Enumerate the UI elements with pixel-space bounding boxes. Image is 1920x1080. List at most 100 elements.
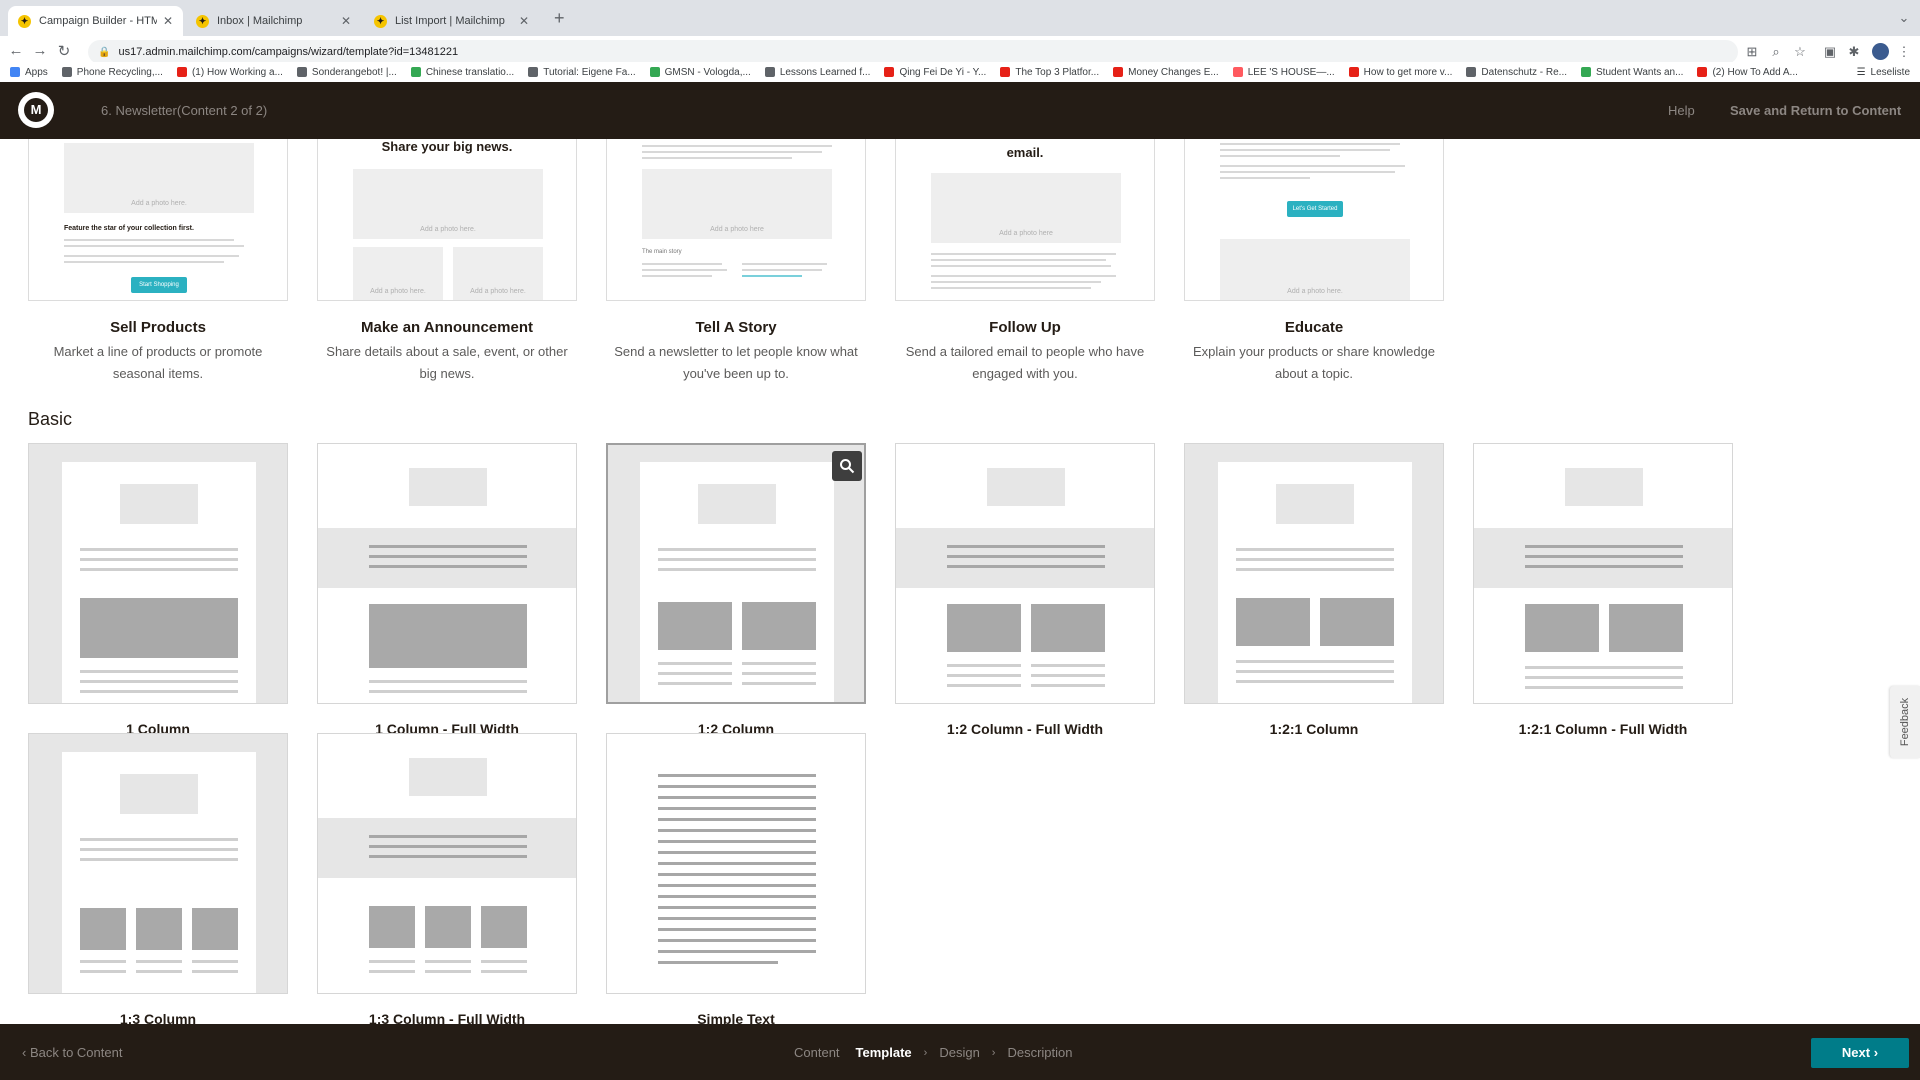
bookmark-item[interactable]: Qing Fei De Yi - Y... bbox=[884, 67, 986, 78]
address-bar[interactable]: 🔒 us17.admin.mailchimp.com/campaigns/wiz… bbox=[88, 40, 1738, 64]
zoom-icon[interactable]: ⌕ bbox=[1768, 44, 1784, 60]
back-to-content-link[interactable]: ‹ Back to Content bbox=[22, 1045, 122, 1060]
bookmark-item[interactable]: Datenschutz - Re... bbox=[1466, 67, 1567, 78]
bookmark-item[interactable]: GMSN - Vologda,... bbox=[649, 67, 751, 78]
close-icon[interactable]: ✕ bbox=[519, 14, 529, 28]
text-line bbox=[425, 970, 471, 973]
feedback-label: Feedback bbox=[1899, 697, 1911, 747]
text-line bbox=[80, 670, 238, 673]
template-1-column[interactable]: 1 Column bbox=[28, 443, 288, 737]
text-line bbox=[1220, 177, 1310, 179]
bookmark-item[interactable]: The Top 3 Platfor... bbox=[1000, 67, 1099, 78]
text-line bbox=[136, 970, 182, 973]
text-line bbox=[931, 281, 1101, 283]
browser-tab-campaign-builder[interactable]: ✦ Campaign Builder - HTML | M ✕ bbox=[8, 6, 183, 36]
template-name: Simple Text bbox=[697, 1011, 775, 1024]
template-thumbnail[interactable] bbox=[317, 443, 577, 704]
chevron-left-icon: ‹ bbox=[22, 1045, 30, 1060]
menu-dots-icon[interactable]: ⋮ bbox=[1896, 44, 1912, 60]
template-thumbnail[interactable] bbox=[28, 733, 288, 994]
step-design[interactable]: Design bbox=[939, 1045, 979, 1060]
template-preview[interactable]: Let's Get Started Add a photo here. bbox=[1184, 139, 1444, 301]
template-thumbnail[interactable] bbox=[606, 443, 866, 704]
template-thumbnail[interactable] bbox=[1184, 443, 1444, 704]
close-icon[interactable]: ✕ bbox=[163, 14, 173, 28]
step-template[interactable]: Template bbox=[856, 1045, 912, 1060]
featured-template-tell-a-story[interactable]: Add a photo here The main story Tell A S… bbox=[606, 139, 866, 385]
text-line bbox=[658, 906, 816, 909]
template-thumbnail[interactable] bbox=[317, 733, 577, 994]
profile-avatar[interactable] bbox=[1872, 43, 1889, 60]
template-preview[interactable]: Add a photo here The main story bbox=[606, 139, 866, 301]
bookmark-item[interactable]: Tutorial: Eigene Fa... bbox=[528, 67, 636, 78]
bookmark-item[interactable]: (2) How To Add A... bbox=[1697, 67, 1798, 78]
template-name: Tell A Story bbox=[695, 319, 777, 336]
template-thumbnail[interactable] bbox=[1473, 443, 1733, 704]
template-preview[interactable]: email. Add a photo here bbox=[895, 139, 1155, 301]
template-1-2-1-column-full-width[interactable]: 1:2:1 Column - Full Width bbox=[1473, 443, 1733, 737]
bookmark-item[interactable]: Phone Recycling,... bbox=[61, 67, 163, 78]
preview-heading: email. bbox=[1006, 145, 1044, 160]
header-block bbox=[409, 758, 487, 796]
reload-icon[interactable]: ↻ bbox=[54, 42, 74, 60]
bookmark-item[interactable]: Money Changes E... bbox=[1113, 67, 1219, 78]
bookmark-item[interactable]: Student Wants an... bbox=[1581, 67, 1683, 78]
template-thumbnail[interactable] bbox=[895, 443, 1155, 704]
bookmark-label: Apps bbox=[25, 66, 48, 78]
text-line bbox=[947, 684, 1021, 687]
template-1-2-column-full-width[interactable]: 1:2 Column - Full Width bbox=[895, 443, 1155, 737]
bookmark-item[interactable]: (1) How Working a... bbox=[176, 67, 283, 78]
template-1-3-column[interactable]: 1:3 Column bbox=[28, 733, 288, 1024]
text-line bbox=[658, 785, 816, 788]
section-title-basic: Basic bbox=[28, 409, 73, 429]
photo-placeholder: Add a photo here bbox=[642, 169, 832, 239]
template-1-2-1-column[interactable]: 1:2:1 Column bbox=[1184, 443, 1444, 737]
text-line bbox=[658, 682, 732, 685]
bookmark-item[interactable]: How to get more v... bbox=[1348, 67, 1452, 78]
template-thumbnail[interactable] bbox=[606, 733, 866, 994]
bookmark-item[interactable]: Lessons Learned f... bbox=[764, 67, 870, 78]
text-line bbox=[64, 255, 239, 257]
puzzle-icon[interactable]: ✱ bbox=[1846, 44, 1862, 60]
step-description[interactable]: Description bbox=[1007, 1045, 1072, 1060]
photo-placeholder: Add a photo here bbox=[931, 173, 1121, 243]
template-simple-text[interactable]: Simple Text bbox=[606, 733, 866, 1024]
browser-tab-inbox[interactable]: ✦ Inbox | Mailchimp ✕ bbox=[186, 6, 361, 36]
featured-template-sell-products[interactable]: Add a photo here. Feature the star of yo… bbox=[28, 139, 288, 385]
text-line bbox=[947, 674, 1021, 677]
bookmark-item[interactable]: Sonderangebot! |... bbox=[296, 67, 397, 78]
extension-icon[interactable]: ▣ bbox=[1822, 44, 1838, 60]
bookmark-star-icon[interactable]: ☆ bbox=[1792, 44, 1808, 60]
bookmark-item[interactable]: Chinese translatio... bbox=[410, 67, 514, 78]
template-thumbnail[interactable] bbox=[28, 443, 288, 704]
tab-search-chevron-icon[interactable]: ⌄ bbox=[1896, 10, 1912, 26]
browser-tab-list-import[interactable]: ✦ List Import | Mailchimp ✕ bbox=[364, 6, 539, 36]
reading-list[interactable]: ☰ Leseliste bbox=[1857, 62, 1910, 82]
text-line bbox=[1525, 666, 1683, 669]
back-arrow-icon[interactable]: ← bbox=[6, 42, 26, 59]
template-preview[interactable]: Share your big news. Add a photo here. A… bbox=[317, 139, 577, 301]
next-button[interactable]: Next › bbox=[1811, 1038, 1909, 1068]
text-line bbox=[1220, 171, 1395, 173]
text-line bbox=[658, 662, 732, 665]
preview-zoom-button[interactable] bbox=[832, 451, 862, 481]
template-1-column-full-width[interactable]: 1 Column - Full Width bbox=[317, 443, 577, 737]
close-icon[interactable]: ✕ bbox=[341, 14, 351, 28]
forward-arrow-icon[interactable]: → bbox=[30, 42, 50, 59]
save-and-return-link[interactable]: Save and Return to Content bbox=[1730, 103, 1901, 118]
template-preview[interactable]: Add a photo here. Feature the star of yo… bbox=[28, 139, 288, 301]
bookmark-item[interactable]: LEE 'S HOUSE—... bbox=[1232, 67, 1335, 78]
step-content[interactable]: Content bbox=[794, 1045, 840, 1060]
help-link[interactable]: Help bbox=[1668, 103, 1695, 118]
template-1-2-column[interactable]: 1:2 Column bbox=[606, 443, 866, 737]
translate-icon[interactable]: ⊞ bbox=[1744, 44, 1760, 60]
new-tab-icon[interactable]: + bbox=[554, 8, 565, 29]
mailchimp-logo-icon[interactable]: M bbox=[18, 92, 54, 128]
featured-template-educate[interactable]: Let's Get Started Add a photo here. Educ… bbox=[1184, 139, 1444, 385]
text-line bbox=[80, 848, 238, 851]
featured-template-make-an-announcement[interactable]: Share your big news. Add a photo here. A… bbox=[317, 139, 577, 385]
featured-template-follow-up[interactable]: email. Add a photo here Follow Up Send a… bbox=[895, 139, 1155, 385]
template-1-3-column-full-width[interactable]: 1:3 Column - Full Width bbox=[317, 733, 577, 1024]
bookmark-item[interactable]: Apps bbox=[10, 67, 48, 78]
feedback-tab[interactable]: Feedback bbox=[1890, 686, 1920, 758]
